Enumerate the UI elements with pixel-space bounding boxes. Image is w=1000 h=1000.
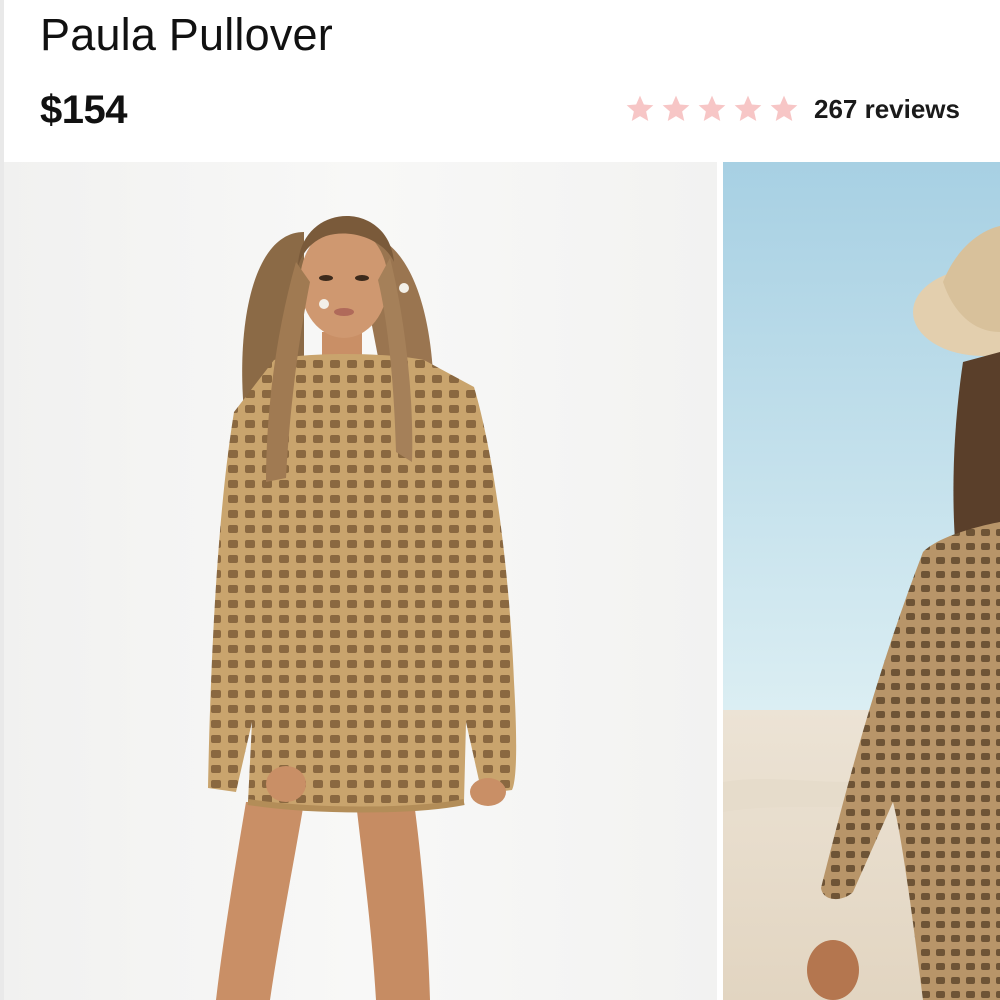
beach-model-photo[interactable] [723,162,1000,1000]
star-icon [662,95,690,121]
reviews-count-link[interactable]: 267 reviews [814,94,960,125]
studio-model-illustration [4,162,717,1000]
product-title: Paula Pullover [40,9,333,60]
product-image-gallery[interactable] [4,162,1000,1000]
star-icon [626,95,654,121]
product-price: $154 [40,88,127,132]
star-rating [624,93,800,125]
star-icon [770,95,798,121]
star-icon [698,95,726,121]
beach-model-illustration [723,162,1000,1000]
studio-model-photo[interactable] [4,162,717,1000]
rating-summary[interactable]: 267 reviews [624,88,960,130]
star-icon [734,95,762,121]
